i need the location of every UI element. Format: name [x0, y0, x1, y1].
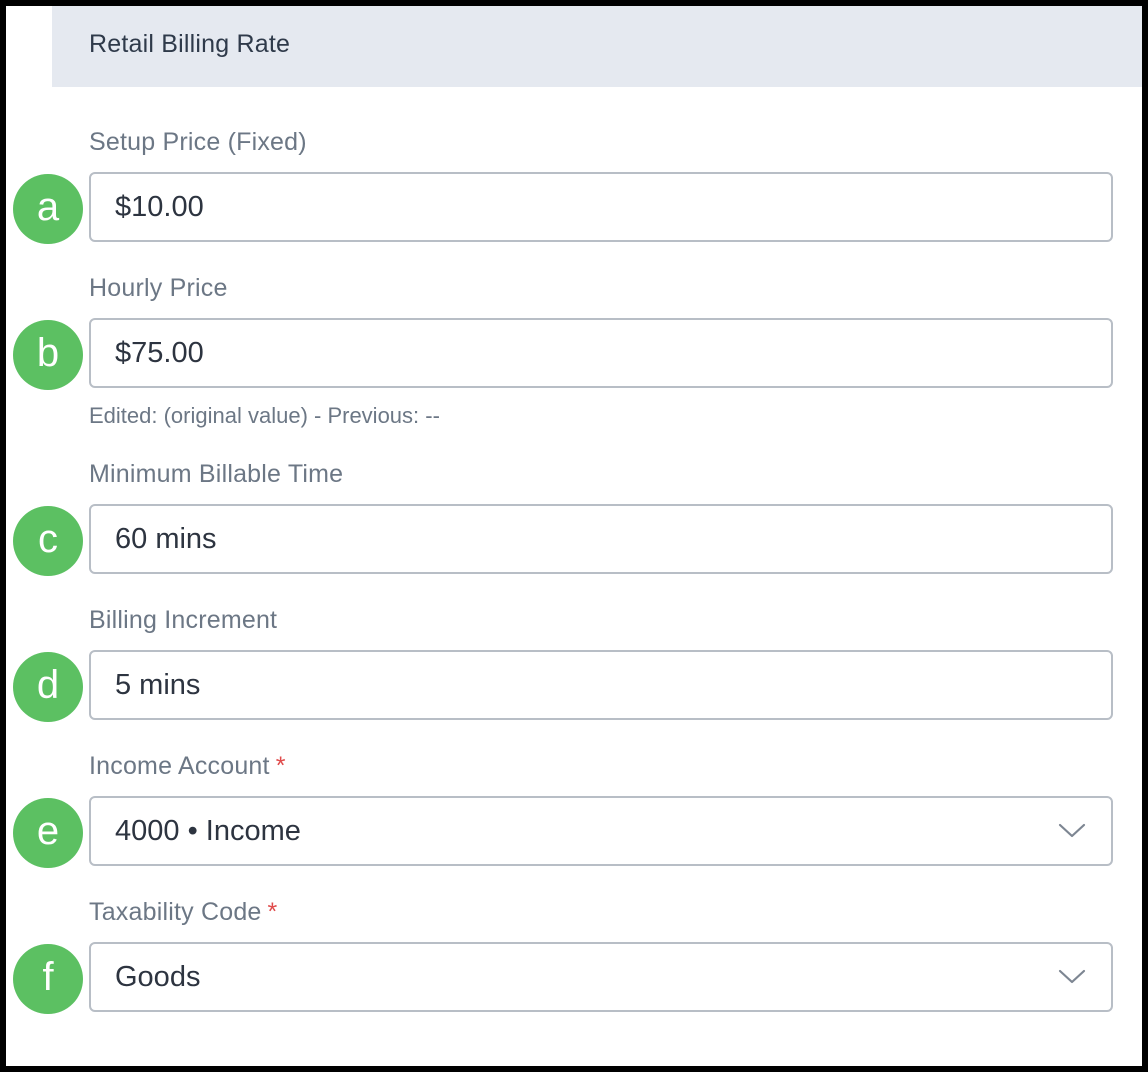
callout-badge-b: b: [13, 320, 83, 390]
callout-badge-d: d: [13, 652, 83, 722]
taxability-code-label-text: Taxability Code: [89, 898, 262, 926]
minimum-billable-time-input[interactable]: 60 mins: [89, 504, 1113, 574]
chevron-down-icon[interactable]: [1057, 966, 1087, 986]
taxability-code-select[interactable]: Goods: [89, 942, 1113, 1012]
callout-badge-c: c: [13, 506, 83, 576]
form-panel: Retail Billing Rate Setup Price (Fixed) …: [6, 6, 1142, 1066]
hourly-price-input[interactable]: $75.00: [89, 318, 1113, 388]
section-header: Retail Billing Rate: [52, 6, 1142, 87]
required-marker: *: [275, 752, 286, 780]
chevron-down-icon[interactable]: [1057, 820, 1087, 840]
hourly-price-label: Hourly Price: [89, 274, 228, 302]
income-account-label: Income Account *: [89, 752, 286, 781]
hourly-price-edit-note: Edited: (original value) - Previous: --: [89, 403, 440, 428]
callout-badge-e: e: [13, 798, 83, 868]
required-marker: *: [267, 898, 278, 926]
income-account-select[interactable]: 4000 • Income: [89, 796, 1113, 866]
callout-badge-a: a: [13, 174, 83, 244]
taxability-code-label: Taxability Code *: [89, 898, 277, 927]
billing-increment-label: Billing Increment: [89, 606, 278, 634]
callout-badge-f: f: [13, 944, 83, 1014]
minimum-billable-time-value: 60 mins: [115, 523, 217, 555]
hourly-price-value: $75.00: [115, 337, 204, 369]
income-account-label-text: Income Account: [89, 752, 270, 780]
taxability-code-value: Goods: [115, 961, 201, 993]
setup-price-input[interactable]: $10.00: [89, 172, 1113, 242]
billing-increment-value: 5 mins: [115, 669, 201, 701]
minimum-billable-time-label: Minimum Billable Time: [89, 460, 344, 488]
billing-increment-input[interactable]: 5 mins: [89, 650, 1113, 720]
setup-price-label: Setup Price (Fixed): [89, 128, 307, 156]
setup-price-value: $10.00: [115, 191, 204, 223]
income-account-value: 4000 • Income: [115, 815, 301, 847]
section-title: Retail Billing Rate: [89, 30, 291, 58]
